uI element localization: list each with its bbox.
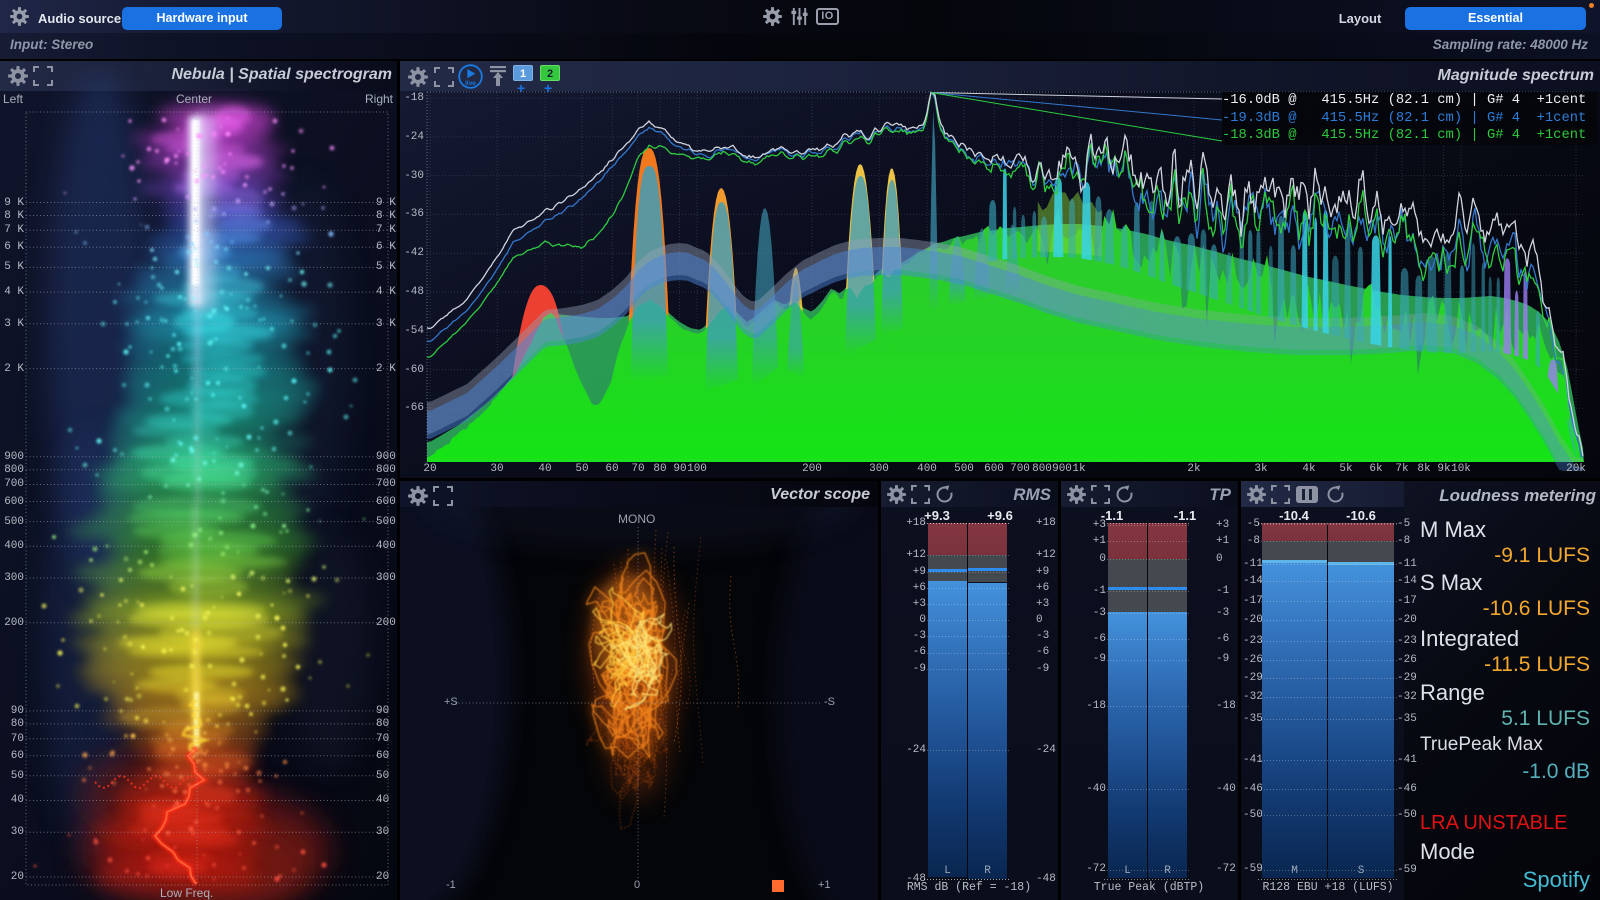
svg-text:live: live: [465, 80, 476, 87]
